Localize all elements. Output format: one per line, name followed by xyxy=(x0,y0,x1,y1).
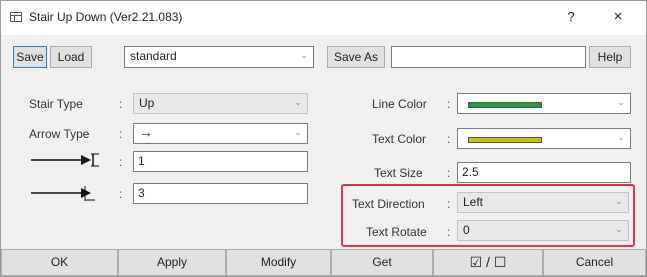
cancel-button[interactable]: Cancel xyxy=(543,249,646,276)
chevron-down-icon: ⌄ xyxy=(294,127,302,137)
arrow-head-width-input[interactable]: 3 xyxy=(133,183,308,204)
text-size-label: Text Size xyxy=(374,166,423,180)
chevron-down-icon: ⌄ xyxy=(617,132,625,142)
arrow-type-label: Arrow Type xyxy=(29,127,90,141)
title-bar: Stair Up Down (Ver2.21.083) ? × xyxy=(1,1,646,35)
help-button[interactable]: Help xyxy=(589,46,631,68)
colon: : xyxy=(447,97,451,111)
chevron-down-icon: ⌄ xyxy=(294,97,302,107)
window-title: Stair Up Down (Ver2.21.083) xyxy=(29,10,183,24)
arrow-head-length-input[interactable]: 1 xyxy=(133,151,308,172)
arrow-head-length-icon xyxy=(31,153,99,167)
close-icon[interactable]: × xyxy=(606,7,630,27)
stair-type-value: Up xyxy=(139,96,155,110)
text-options-highlight xyxy=(341,184,635,247)
arrow-type-value: → xyxy=(139,124,153,140)
bottom-button-bar: OK Apply Modify Get ☑ / ☐ Cancel xyxy=(1,249,646,276)
line-color-swatch xyxy=(468,102,542,108)
apply-button[interactable]: Apply xyxy=(118,249,226,276)
arrow-head-width-icon xyxy=(31,186,95,201)
save-as-name-input[interactable] xyxy=(391,46,586,68)
colon: : xyxy=(119,155,123,169)
check-toggle-button[interactable]: ☑ / ☐ xyxy=(433,249,543,276)
ok-button[interactable]: OK xyxy=(1,249,118,276)
line-color-label: Line Color xyxy=(372,97,427,111)
app-window-icon xyxy=(10,12,22,22)
get-button[interactable]: Get xyxy=(331,249,433,276)
stair-up-down-dialog: Stair Up Down (Ver2.21.083) ? × Save Loa… xyxy=(0,0,647,277)
colon: : xyxy=(447,132,451,146)
chevron-down-icon: ⌄ xyxy=(617,97,625,107)
colon: : xyxy=(119,187,123,201)
arrow-type-select[interactable]: → ⌄ xyxy=(133,123,308,144)
load-button[interactable]: Load xyxy=(50,46,92,68)
colon: : xyxy=(447,166,451,180)
save-button[interactable]: Save xyxy=(13,46,47,68)
text-color-label: Text Color xyxy=(372,132,427,146)
preset-value: standard xyxy=(130,49,177,63)
text-color-select[interactable]: ⌄ xyxy=(457,128,631,149)
help-icon[interactable]: ? xyxy=(561,7,581,27)
chevron-down-icon: ⌄ xyxy=(300,50,308,60)
colon: : xyxy=(119,97,123,111)
preset-select[interactable]: standard ⌄ xyxy=(124,46,314,68)
modify-button[interactable]: Modify xyxy=(226,249,331,276)
save-as-button[interactable]: Save As xyxy=(327,46,385,68)
stair-type-select[interactable]: Up ⌄ xyxy=(133,93,308,114)
text-color-swatch xyxy=(468,137,542,143)
stair-type-label: Stair Type xyxy=(29,97,83,111)
text-size-input[interactable]: 2.5 xyxy=(457,162,631,183)
colon: : xyxy=(119,127,123,141)
line-color-select[interactable]: ⌄ xyxy=(457,93,631,114)
